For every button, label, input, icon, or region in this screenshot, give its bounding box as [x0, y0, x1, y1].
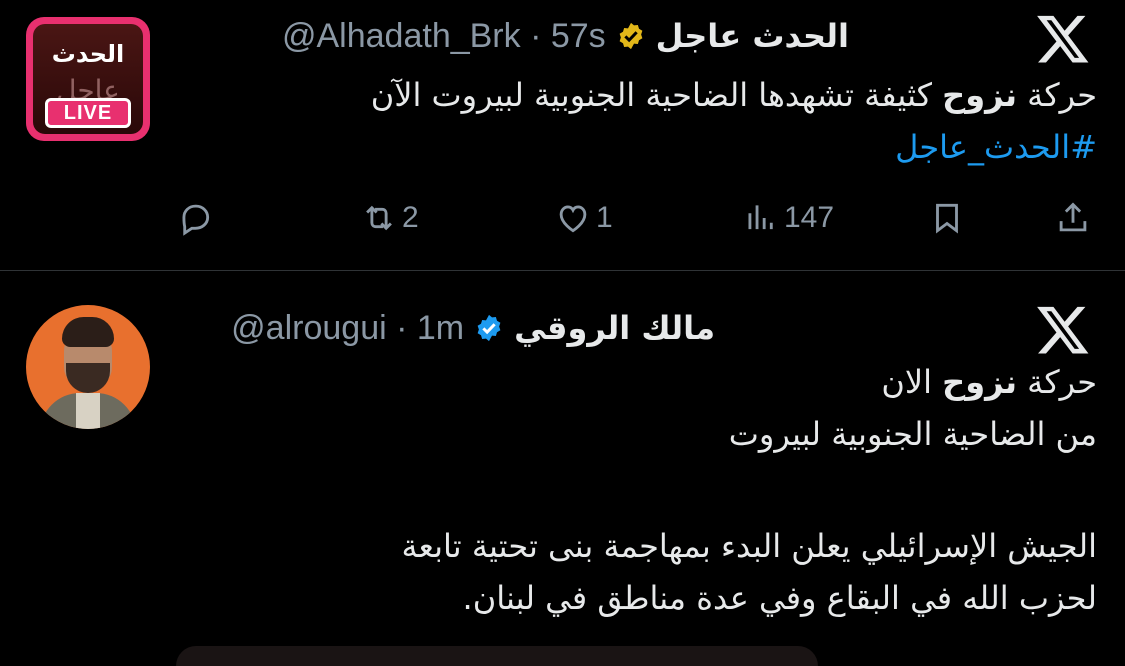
- handle-and-time[interactable]: @Alhadath_Brk · 57s: [282, 17, 606, 56]
- tweet-text-part: كثيفة تشهدها الضاحية الجنوبية لبيروت الآ…: [370, 76, 943, 114]
- views-count: 147: [784, 201, 835, 234]
- verified-gold-icon: [619, 22, 643, 50]
- tweet-text: حركة نزوح كثيفة تشهدها الضاحية الجنوبية …: [371, 70, 1097, 120]
- tweet-text-bold: نزوح: [942, 76, 1017, 114]
- avatar[interactable]: الحدث عاجل LIVE: [26, 17, 150, 141]
- views-button[interactable]: 147: [742, 190, 834, 246]
- like-button[interactable]: 1: [554, 190, 613, 246]
- logo-text: الحدث: [51, 40, 125, 68]
- tweet-text-line: من الضاحية الجنوبية لبيروت: [728, 415, 1097, 453]
- display-name[interactable]: الحدث عاجل: [656, 17, 849, 55]
- tweet-text-line: حركة نزوح الان: [881, 357, 1097, 407]
- tweet-text-part: حركة: [1017, 363, 1097, 401]
- retweet-icon: [366, 205, 392, 231]
- tweet-actions: 2 1 147: [176, 190, 1096, 246]
- share-icon: [1059, 202, 1087, 232]
- tweet-text-part: حركة: [1017, 76, 1097, 114]
- media-preview-edge[interactable]: [176, 646, 818, 666]
- handle-and-time[interactable]: @alrougui · 1m: [231, 309, 464, 348]
- retweet-button[interactable]: 2: [360, 190, 419, 246]
- tweet-text-line: الجيش الإسرائيلي يعلن البدء بمهاجمة بنى …: [401, 527, 1097, 565]
- tweet-text-bold: نزوح: [942, 363, 1017, 401]
- like-count: 1: [596, 201, 613, 234]
- tweet-header: مالك الروقي @alrougui · 1m: [231, 306, 715, 350]
- tweet-text-line: لحزب الله في البقاع وفي عدة مناطق في لبن…: [462, 579, 1097, 617]
- x-logo-icon: [1037, 306, 1089, 354]
- tweet-card[interactable]: الحدث عاجل LIVE الحدث عاجل @Alhadath_Brk…: [0, 0, 1125, 271]
- display-name[interactable]: مالك الروقي: [514, 309, 715, 347]
- avatar[interactable]: [26, 305, 150, 429]
- alhadath-logo: الحدث عاجل LIVE: [26, 17, 150, 141]
- hashtag-link[interactable]: #الحدث_عاجل: [895, 122, 1097, 172]
- heart-icon: [559, 205, 587, 233]
- tweet-text-part: الان: [881, 363, 943, 401]
- verified-blue-icon: [477, 314, 501, 342]
- live-badge: LIVE: [45, 98, 131, 128]
- reply-icon: [182, 204, 210, 236]
- x-logo-icon: [1037, 15, 1089, 63]
- reply-button[interactable]: [176, 190, 214, 246]
- share-button[interactable]: [1054, 190, 1092, 246]
- bookmark-button[interactable]: [928, 190, 966, 246]
- bookmark-icon: [936, 203, 958, 234]
- tweet-header: الحدث عاجل @Alhadath_Brk · 57s: [282, 14, 849, 58]
- retweet-count: 2: [402, 201, 419, 234]
- profile-photo: [26, 305, 150, 429]
- views-icon: [748, 205, 773, 230]
